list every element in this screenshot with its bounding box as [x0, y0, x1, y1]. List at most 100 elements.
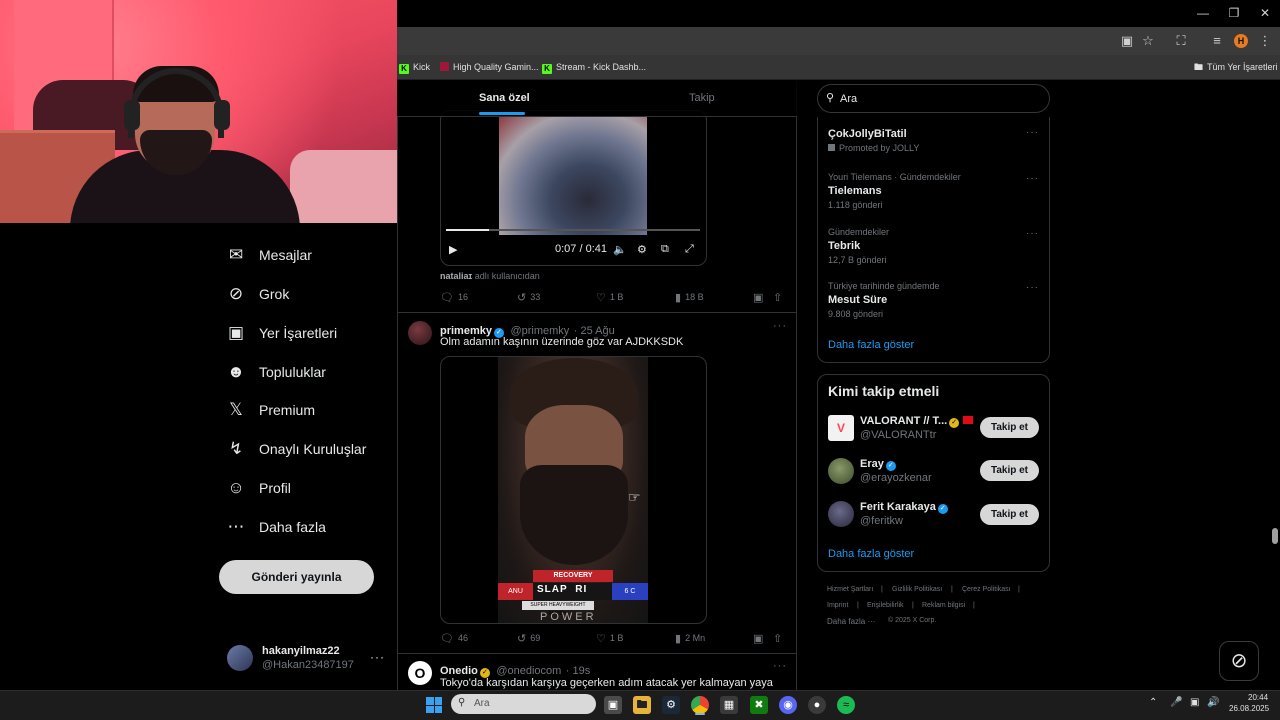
follow-button[interactable]: Takip et: [980, 417, 1039, 438]
account-more-icon[interactable]: ···: [370, 650, 385, 664]
fullscreen-icon[interactable]: ⤢: [685, 243, 694, 256]
nav-bookmarks[interactable]: ▣ Yer İşaretleri: [226, 320, 337, 346]
nav-messages[interactable]: ✉ Mesajlar: [226, 242, 312, 268]
play-icon[interactable]: ▶: [449, 243, 457, 256]
footer-accessibility[interactable]: Erişilebilirlik: [867, 602, 904, 609]
trend-title[interactable]: Tielemans: [828, 185, 882, 197]
share-icon: ⇧: [773, 632, 783, 645]
profile-avatar[interactable]: H: [1234, 34, 1248, 48]
share-button[interactable]: ⇧: [773, 290, 786, 304]
like-button[interactable]: ♡ 1 B: [596, 290, 623, 304]
follow-name[interactable]: VALORANT // T... ✓: [860, 415, 974, 428]
all-bookmarks[interactable]: 🖿 Tüm Yer İşaretleri: [1194, 60, 1278, 74]
repost-button[interactable]: ↺ 33: [517, 290, 540, 304]
post-button[interactable]: Gönderi yayınla: [219, 560, 374, 594]
account-handle: @Hakan23487197: [262, 659, 354, 671]
tab-for-you[interactable]: Sana özel: [479, 92, 530, 104]
ferit-avatar[interactable]: [828, 501, 854, 527]
steam-icon[interactable]: ⚙: [662, 696, 680, 714]
video-overlay-sub: SUPER HEAVYWEIGHT MATCH: [522, 601, 594, 617]
follow-button[interactable]: Takip et: [980, 460, 1039, 481]
star-icon[interactable]: ☆: [1139, 32, 1157, 50]
follow-button[interactable]: Takip et: [980, 504, 1039, 525]
eray-avatar[interactable]: [828, 458, 854, 484]
trend-title[interactable]: Tebrik: [828, 240, 860, 252]
trend-more-icon[interactable]: ···: [1026, 127, 1039, 138]
bookmark-kick-dashboard[interactable]: K Stream - Kick Dashb...: [542, 60, 646, 74]
menu-icon[interactable]: ⋮: [1256, 32, 1274, 50]
account-avatar[interactable]: [227, 645, 253, 671]
chrome-active-indicator: [695, 713, 705, 715]
trends-show-more[interactable]: Daha fazla göster: [828, 339, 914, 351]
media-icon[interactable]: ≡: [1208, 32, 1226, 50]
follow-show-more[interactable]: Daha fazla göster: [828, 548, 914, 560]
close-icon[interactable]: ✕: [1250, 4, 1280, 22]
nav-communities[interactable]: ☻ Topluluklar: [226, 359, 326, 385]
footer-imprint[interactable]: Imprint: [827, 602, 848, 609]
bookmark-kick[interactable]: K Kick: [399, 60, 430, 74]
bookmark-icon: ▣: [227, 323, 245, 342]
page-scrollbar[interactable]: [1272, 528, 1278, 544]
nav-verified-orgs[interactable]: ↯ Onaylı Kuruluşlar: [226, 436, 367, 462]
nav-more[interactable]: ⋯ Daha fazla: [226, 514, 326, 540]
windows-start-icon[interactable]: [426, 697, 442, 713]
footer-cookies[interactable]: Çerez Politikası: [962, 586, 1011, 593]
trend-count: 9.808 gönderi: [828, 309, 884, 319]
store-icon[interactable]: ▦: [720, 696, 738, 714]
discord-icon[interactable]: ◉: [779, 696, 797, 714]
tweet-more-icon[interactable]: ···: [773, 320, 787, 332]
restore-icon[interactable]: ❐: [1219, 4, 1249, 22]
bookmark-tweet-button[interactable]: ▣: [753, 290, 767, 304]
nav-profile[interactable]: ☺ Profil: [226, 475, 291, 501]
settings-icon[interactable]: ⚙: [637, 243, 647, 256]
tweet3-avatar[interactable]: O: [408, 661, 432, 685]
trend-more-icon[interactable]: ···: [1026, 282, 1039, 293]
follow-name[interactable]: Eray ✓: [860, 458, 898, 471]
share-button[interactable]: ⇧: [773, 631, 786, 645]
reply-button[interactable]: 🗨 46: [440, 631, 468, 645]
taskbar-search-input[interactable]: [451, 694, 596, 714]
follow-name[interactable]: Ferit Karakaya ✓: [860, 501, 950, 514]
network-icon[interactable]: ▣: [1190, 697, 1199, 708]
repost-button[interactable]: ↺ 69: [517, 631, 540, 645]
xbox-icon[interactable]: ✖: [750, 696, 768, 714]
reply-button[interactable]: 🗨 16: [440, 290, 468, 304]
views-button[interactable]: ▮ 18 B: [675, 290, 704, 304]
grok-fab-icon[interactable]: ⊘: [1219, 641, 1259, 681]
who-to-follow-title: Kimi takip etmeli: [828, 383, 940, 399]
microphone-icon[interactable]: 🎤: [1170, 697, 1182, 708]
footer-privacy[interactable]: Gizlilik Politikası: [892, 586, 942, 593]
file-explorer-icon[interactable]: 🖿: [633, 696, 651, 714]
app-icon[interactable]: ●: [808, 696, 826, 714]
trend-title[interactable]: Mesut Süre: [828, 294, 887, 306]
volume-icon[interactable]: 🔈: [613, 243, 627, 256]
bookmark-tweet-button[interactable]: ▣: [753, 631, 767, 645]
tab-following[interactable]: Takip: [689, 92, 715, 104]
video-credit: nataliaɪ adlı kullanıcıdan: [440, 271, 540, 281]
nav-grok[interactable]: ⊘ Grok: [226, 281, 289, 307]
tweet-more-icon[interactable]: ···: [773, 660, 787, 672]
minimize-icon[interactable]: —: [1188, 4, 1218, 22]
spotify-icon[interactable]: ≈: [837, 696, 855, 714]
footer-terms[interactable]: Hizmet Şartları: [827, 586, 873, 593]
task-view-icon[interactable]: ▣: [604, 696, 622, 714]
valorant-avatar[interactable]: V: [828, 415, 854, 441]
extensions-icon[interactable]: ⛶: [1172, 32, 1190, 50]
pip-icon[interactable]: ⧉: [661, 243, 669, 256]
footer-ads[interactable]: Reklam bilgisi: [922, 602, 965, 609]
trend-more-icon[interactable]: ···: [1026, 173, 1039, 184]
chrome-icon[interactable]: [691, 696, 709, 714]
footer-more[interactable]: Daha fazla ···: [827, 617, 875, 626]
tray-chevron-icon[interactable]: ⌃: [1149, 697, 1157, 708]
trend-more-icon[interactable]: ···: [1026, 228, 1039, 239]
nav-premium[interactable]: 𝕏 Premium: [226, 397, 315, 423]
views-button[interactable]: ▮ 2 Mn: [675, 631, 705, 645]
tweet2-avatar[interactable]: [408, 321, 432, 345]
clock-time[interactable]: 20:44: [1248, 693, 1268, 702]
trend-title[interactable]: ÇokJollyBiTatil: [828, 128, 907, 140]
volume-icon[interactable]: 🔊: [1207, 697, 1219, 708]
bookmark-high-quality[interactable]: High Quality Gamin...: [440, 60, 539, 74]
cast-icon[interactable]: ▣: [1118, 32, 1136, 50]
like-button[interactable]: ♡ 1 B: [596, 631, 623, 645]
clock-date[interactable]: 26.08.2025: [1229, 704, 1269, 713]
